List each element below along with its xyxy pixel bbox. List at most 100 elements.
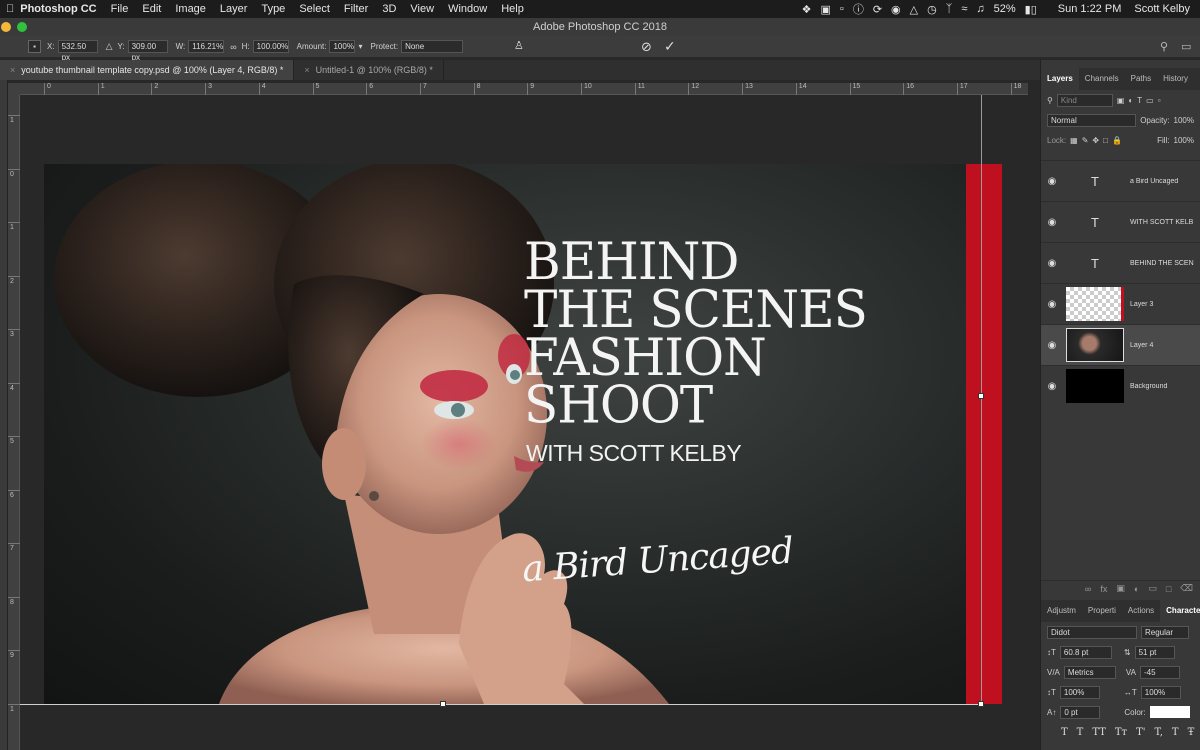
font-family-select[interactable]: Didot (1047, 625, 1137, 639)
menu-view[interactable]: View (403, 3, 441, 15)
tools-panel-edge[interactable] (0, 80, 8, 750)
filter-adjust-icon[interactable]: ◐ (1128, 96, 1133, 105)
user-name[interactable]: Scott Kelby (1134, 3, 1190, 15)
screen-icon[interactable]: ▣ (821, 3, 831, 16)
lock-paint-icon[interactable]: ✎ (1082, 136, 1089, 145)
speaker-icon[interactable]: ♫ (976, 3, 984, 15)
underline-button[interactable]: T (1172, 727, 1179, 738)
minimize-button[interactable] (1, 22, 11, 32)
faux-italic-button[interactable]: T (1077, 727, 1084, 738)
cancel-transform-icon[interactable]: ⊘ (641, 39, 652, 55)
transform-bounds-right[interactable] (981, 95, 982, 705)
menu-help[interactable]: Help (494, 3, 531, 15)
layer-row-layer-3[interactable]: ◉ Layer 3 (1041, 283, 1200, 324)
transform-handle-bottom[interactable] (440, 701, 446, 707)
font-size-field[interactable]: 60.8 pt (1059, 645, 1112, 659)
menu-window[interactable]: Window (441, 3, 494, 15)
superscript-button[interactable]: T' (1136, 727, 1145, 738)
tab-channels[interactable]: Channels (1079, 68, 1125, 90)
menu-3d[interactable]: 3D (375, 3, 403, 15)
sync-icon[interactable]: ⟳ (873, 3, 882, 16)
fill-value[interactable]: 100% (1174, 136, 1194, 145)
byline-text[interactable]: WITH SCOTT KELBY (526, 440, 742, 467)
tab-layers[interactable]: Layers (1041, 68, 1079, 90)
text-color-swatch[interactable] (1149, 706, 1190, 718)
leading-field[interactable]: 51 pt (1134, 645, 1175, 659)
tab-paths[interactable]: Paths (1125, 68, 1157, 90)
new-layer-icon[interactable]: □ (1166, 584, 1171, 594)
menu-type[interactable]: Type (254, 3, 292, 15)
filter-smart-icon[interactable]: ▫ (1158, 96, 1161, 105)
tab-actions[interactable]: Actions (1122, 600, 1160, 622)
kind-filter[interactable]: Kind (1056, 93, 1113, 107)
menu-filter[interactable]: Filter (337, 3, 375, 15)
apple-menu-icon[interactable]:  (0, 3, 14, 15)
protect-skin-icon[interactable]: ♙ (514, 39, 524, 52)
search-icon[interactable]: ⚲ (1160, 40, 1168, 53)
lock-all-icon[interactable]: 🔒 (1112, 136, 1122, 145)
opacity-value[interactable]: 100% (1174, 116, 1194, 125)
height-field[interactable]: 100.00% (252, 40, 289, 53)
visibility-eye-icon[interactable]: ◉ (1041, 299, 1063, 310)
horizontal-scale-field[interactable]: 100% (1140, 685, 1181, 699)
wifi-icon[interactable]: ≈ (961, 3, 967, 15)
transform-handle-right[interactable] (978, 393, 984, 399)
time-machine-icon[interactable]: ◷ (927, 3, 937, 16)
vertical-scale-field[interactable]: 100% (1059, 685, 1100, 699)
tab-character[interactable]: Character (1160, 600, 1200, 622)
transform-handle-corner[interactable] (978, 701, 984, 707)
layer-row-bird-uncaged[interactable]: ◉ T a Bird Uncaged (1041, 160, 1200, 201)
filter-type-icon[interactable]: T (1137, 96, 1142, 105)
menu-image[interactable]: Image (168, 3, 213, 15)
lock-artboard-icon[interactable]: □ (1103, 136, 1108, 145)
bluetooth-icon[interactable]: ᛉ (946, 3, 953, 15)
small-caps-button[interactable]: Tт (1115, 727, 1127, 738)
red-accent-bar[interactable] (966, 164, 1002, 704)
close-tab-icon[interactable]: × (304, 65, 309, 75)
filter-pixel-icon[interactable]: ▣ (1117, 96, 1125, 105)
layer-row-behind-the-scenes[interactable]: ◉ T BEHIND THE SCEN (1041, 242, 1200, 283)
reference-point-icon[interactable]: ▪ (28, 40, 41, 53)
visibility-eye-icon[interactable]: ◉ (1041, 381, 1063, 392)
visibility-eye-icon[interactable]: ◉ (1041, 176, 1063, 187)
kerning-field[interactable]: Metrics (1063, 665, 1116, 679)
vertical-ruler[interactable]: 1 0 1 2 3 4 5 6 7 8 9 1 (8, 95, 20, 750)
all-caps-button[interactable]: TT (1092, 727, 1106, 738)
menu-layer[interactable]: Layer (213, 3, 255, 15)
workspace-icon[interactable]: ▭ (1181, 40, 1191, 53)
tab-properties[interactable]: Properti (1082, 600, 1122, 622)
record-icon[interactable]: ◉ (891, 3, 901, 16)
commit-transform-icon[interactable]: ✓ (664, 38, 676, 55)
tab-adjustments[interactable]: Adjustm (1041, 600, 1082, 622)
adjustment-icon[interactable]: ◐ (1134, 584, 1139, 594)
lock-pixels-icon[interactable]: ▦ (1070, 136, 1078, 145)
y-field[interactable]: 309.00 px (127, 40, 168, 62)
clock[interactable]: Sun 1:22 PM (1058, 3, 1122, 15)
faux-bold-button[interactable]: T (1061, 727, 1068, 738)
tab-untitled[interactable]: × Untitled-1 @ 100% (RGB/8) * (294, 60, 444, 80)
visibility-eye-icon[interactable]: ◉ (1041, 217, 1063, 228)
ruler-origin[interactable] (8, 83, 20, 95)
x-field[interactable]: 532.50 px (57, 40, 98, 62)
amount-field[interactable]: 100% (329, 40, 356, 53)
group-icon[interactable]: ▭ (1148, 583, 1157, 594)
visibility-eye-icon[interactable]: ◉ (1041, 340, 1063, 351)
app-menu[interactable]: Photoshop CC (14, 3, 103, 15)
link-layers-icon[interactable]: ∞ (1085, 584, 1091, 594)
fx-icon[interactable]: fx (1100, 584, 1107, 594)
tracking-field[interactable]: -45 (1139, 665, 1180, 679)
horizontal-ruler[interactable]: 0 1 2 3 4 5 6 7 8 9 10 11 12 13 14 15 16 17 18 (20, 83, 1028, 95)
headline-text[interactable]: BEHIND THE SCENES FASHION SHOOT (524, 236, 868, 431)
delta-icon[interactable]: △ (106, 41, 113, 52)
battery-icon[interactable]: ▮▯ (1025, 3, 1037, 16)
menu-edit[interactable]: Edit (135, 3, 168, 15)
blend-mode-select[interactable]: Normal (1047, 113, 1137, 127)
trash-icon[interactable]: ⌫ (1180, 583, 1193, 594)
width-field[interactable]: 116.21% (188, 40, 225, 53)
transform-bounds-bottom[interactable] (20, 704, 982, 705)
layer-row-with-scott-kelby[interactable]: ◉ T WITH SCOTT KELB (1041, 201, 1200, 242)
close-tab-icon[interactable]: × (10, 65, 15, 75)
clipboard-icon[interactable]: ▫ (840, 3, 844, 15)
visibility-eye-icon[interactable]: ◉ (1041, 258, 1063, 269)
link-icon[interactable]: ∞ (230, 42, 236, 52)
